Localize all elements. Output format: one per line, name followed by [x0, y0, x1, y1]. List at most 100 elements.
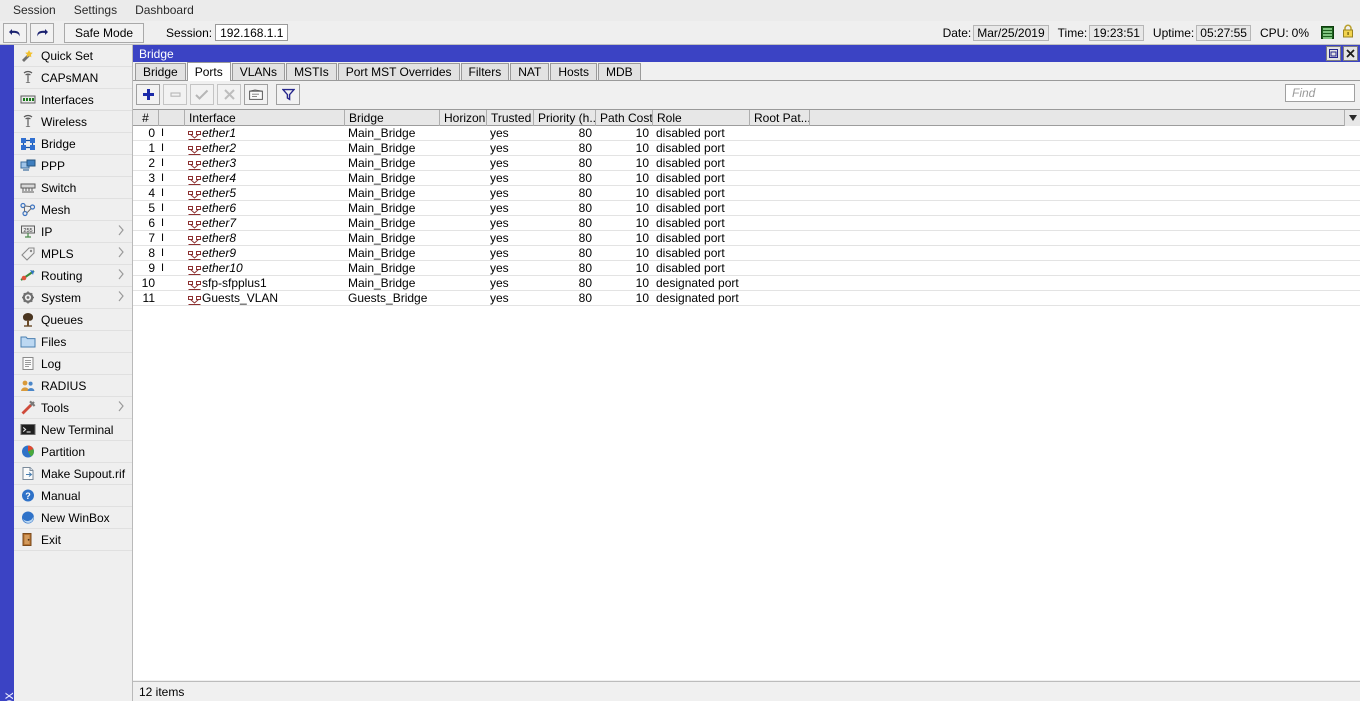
sidebar-item-new-winbox[interactable]: New WinBox [14, 507, 132, 529]
column-header-interface[interactable]: Interface [185, 110, 345, 126]
table-row[interactable]: 5 Iether6 Main_Bridge yes 80 10 disabled port [133, 201, 1360, 216]
sidebar-item-wireless[interactable]: Wireless [14, 111, 132, 133]
menu-item-dashboard[interactable]: Dashboard [126, 1, 203, 20]
tab-mdb[interactable]: MDB [598, 63, 641, 80]
table-row[interactable]: 2 Iether3 Main_Bridge yes 80 10 disabled port [133, 156, 1360, 171]
sidebar-item-partition[interactable]: Partition [14, 441, 132, 463]
table-row[interactable]: 10 sfp-sfpplus1 Main_Bridge yes 80 10 designat… [133, 276, 1360, 291]
table-row[interactable]: 9 Iether10 Main_Bridge yes 80 10 disabled port [133, 261, 1360, 276]
column-header-rootpath[interactable]: Root Pat... [750, 110, 810, 126]
column-header-trusted[interactable]: Trusted [487, 110, 534, 126]
cell-role: disabled port [656, 126, 725, 140]
sidebar-item-tools[interactable]: Tools [14, 397, 132, 419]
cell-trusted: yes [490, 201, 509, 215]
cell-pathcost: 10 [635, 201, 649, 215]
sidebar-item-label: RADIUS [41, 378, 87, 393]
column-chooser-button[interactable] [1344, 110, 1360, 126]
sidebar-item-bridge[interactable]: Bridge [14, 133, 132, 155]
sidebar-item-interfaces[interactable]: Interfaces [14, 89, 132, 111]
cell-bridge: Main_Bridge [348, 126, 416, 140]
cell-interface: Guests_VLAN [185, 291, 345, 305]
tab-hosts[interactable]: Hosts [550, 63, 598, 80]
sidebar-item-new-terminal[interactable]: New Terminal [14, 419, 132, 441]
bridge-port-icon [188, 204, 201, 215]
svg-text:255: 255 [23, 228, 32, 234]
disable-button[interactable] [217, 84, 241, 105]
cell-priority: 80 [578, 141, 592, 155]
sidebar-item-files[interactable]: Files [14, 331, 132, 353]
filter-button[interactable] [276, 84, 300, 105]
remove-button[interactable] [163, 84, 187, 105]
table-row[interactable]: 6 Iether7 Main_Bridge yes 80 10 disabled port [133, 216, 1360, 231]
cell-bridge: Main_Bridge [348, 276, 416, 290]
sidebar-item-label: New WinBox [41, 510, 110, 525]
table-row[interactable]: 1 Iether2 Main_Bridge yes 80 10 disabled port [133, 141, 1360, 156]
sidebar-item-ip[interactable]: 255 IP [14, 221, 132, 243]
cell-interface: ether7 [185, 216, 345, 230]
queues-icon [22, 312, 33, 327]
column-header-flag[interactable] [159, 110, 185, 126]
mpls-icon [20, 247, 35, 261]
sidebar-item-ppp[interactable]: PPP [14, 155, 132, 177]
wireless-icon [23, 114, 32, 127]
column-header-role[interactable]: Role [653, 110, 750, 126]
add-button[interactable] [136, 84, 160, 105]
supout-icon [19, 466, 36, 482]
tab-filters[interactable]: Filters [460, 63, 510, 80]
sidebar-item-routing[interactable]: Routing [14, 265, 132, 287]
sidebar-item-manual[interactable]: ? Manual [14, 485, 132, 507]
tab-port-mst-overrides[interactable]: Port MST Overrides [337, 63, 460, 80]
cell-priority: 80 [578, 126, 592, 140]
safe-mode-button[interactable]: Safe Mode [64, 22, 145, 43]
sidebar-item-radius[interactable]: RADIUS [14, 375, 132, 397]
table-row[interactable]: 3 Iether4 Main_Bridge yes 80 10 disabled port [133, 171, 1360, 186]
sidebar-item-quick-set[interactable]: Quick Set [14, 45, 132, 67]
tab-ports[interactable]: Ports [186, 62, 231, 81]
column-header-priority[interactable]: Priority (h... [534, 110, 596, 126]
enable-button[interactable] [190, 84, 214, 105]
main-toolbar: Safe Mode Session: 192.168.1.1 Date: Mar… [0, 21, 1360, 45]
column-header-horizon[interactable]: Horizon [440, 110, 487, 126]
tab-bridge[interactable]: Bridge [135, 63, 186, 80]
sidebar-item-switch[interactable]: Switch [14, 177, 132, 199]
bridge-port-icon [188, 235, 201, 245]
sidebar-item-mesh[interactable]: Mesh [14, 199, 132, 221]
table-row[interactable]: 8 Iether9 Main_Bridge yes 80 10 disabled port [133, 246, 1360, 261]
tools-icon [19, 400, 36, 416]
navigation-sidebar: Quick Set CAPsMAN Interfaces Wireless Bridge… [14, 45, 133, 701]
sidebar-item-queues[interactable]: Queues [14, 309, 132, 331]
close-window-button[interactable] [1343, 46, 1358, 61]
sidebar-item-mpls[interactable]: MPLS [14, 243, 132, 265]
column-header-num[interactable]: # [133, 110, 159, 126]
tab-nat[interactable]: NAT [510, 63, 550, 80]
sidebar-item-exit[interactable]: Exit [14, 529, 132, 551]
cell-pathcost: 10 [635, 231, 649, 245]
column-header-pathcost[interactable]: Path Cost [596, 110, 653, 126]
table-row[interactable]: 11 Guests_VLAN Guests_Bridge yes 80 10 designa… [133, 291, 1360, 306]
cell-priority: 80 [578, 186, 592, 200]
interfaces-icon [20, 95, 35, 104]
sidebar-item-capsman[interactable]: CAPsMAN [14, 67, 132, 89]
comment-button[interactable] [244, 84, 268, 105]
column-header-bridge[interactable]: Bridge [345, 110, 440, 126]
menu-item-session[interactable]: Session [4, 1, 65, 20]
tab-mstis[interactable]: MSTIs [286, 63, 337, 80]
cell-flag: I [161, 217, 165, 229]
restore-window-button[interactable] [1326, 46, 1341, 61]
undo-button[interactable] [3, 22, 27, 43]
sidebar-item-system[interactable]: System [14, 287, 132, 309]
sidebar-item-log[interactable]: Log [14, 353, 132, 375]
find-input[interactable]: Find [1285, 84, 1355, 102]
table-row[interactable]: 4 Iether5 Main_Bridge yes 80 10 disabled port [133, 186, 1360, 201]
column-header-spare[interactable] [810, 110, 1360, 126]
tab-vlans[interactable]: VLANs [231, 63, 286, 80]
session-address-field[interactable]: 192.168.1.1 [215, 24, 289, 41]
menu-item-settings[interactable]: Settings [65, 1, 126, 20]
table-row[interactable]: 0 Iether1 Main_Bridge yes 80 10 disabled port [133, 126, 1360, 141]
redo-button[interactable] [30, 22, 54, 43]
sidebar-item-make-supout-rif[interactable]: Make Supout.rif [14, 463, 132, 485]
interface-name: ether7 [202, 216, 237, 230]
cell-num: 5 [148, 201, 155, 215]
table-row[interactable]: 7 Iether8 Main_Bridge yes 80 10 disabled port [133, 231, 1360, 246]
bridge-port-icon [188, 220, 201, 230]
